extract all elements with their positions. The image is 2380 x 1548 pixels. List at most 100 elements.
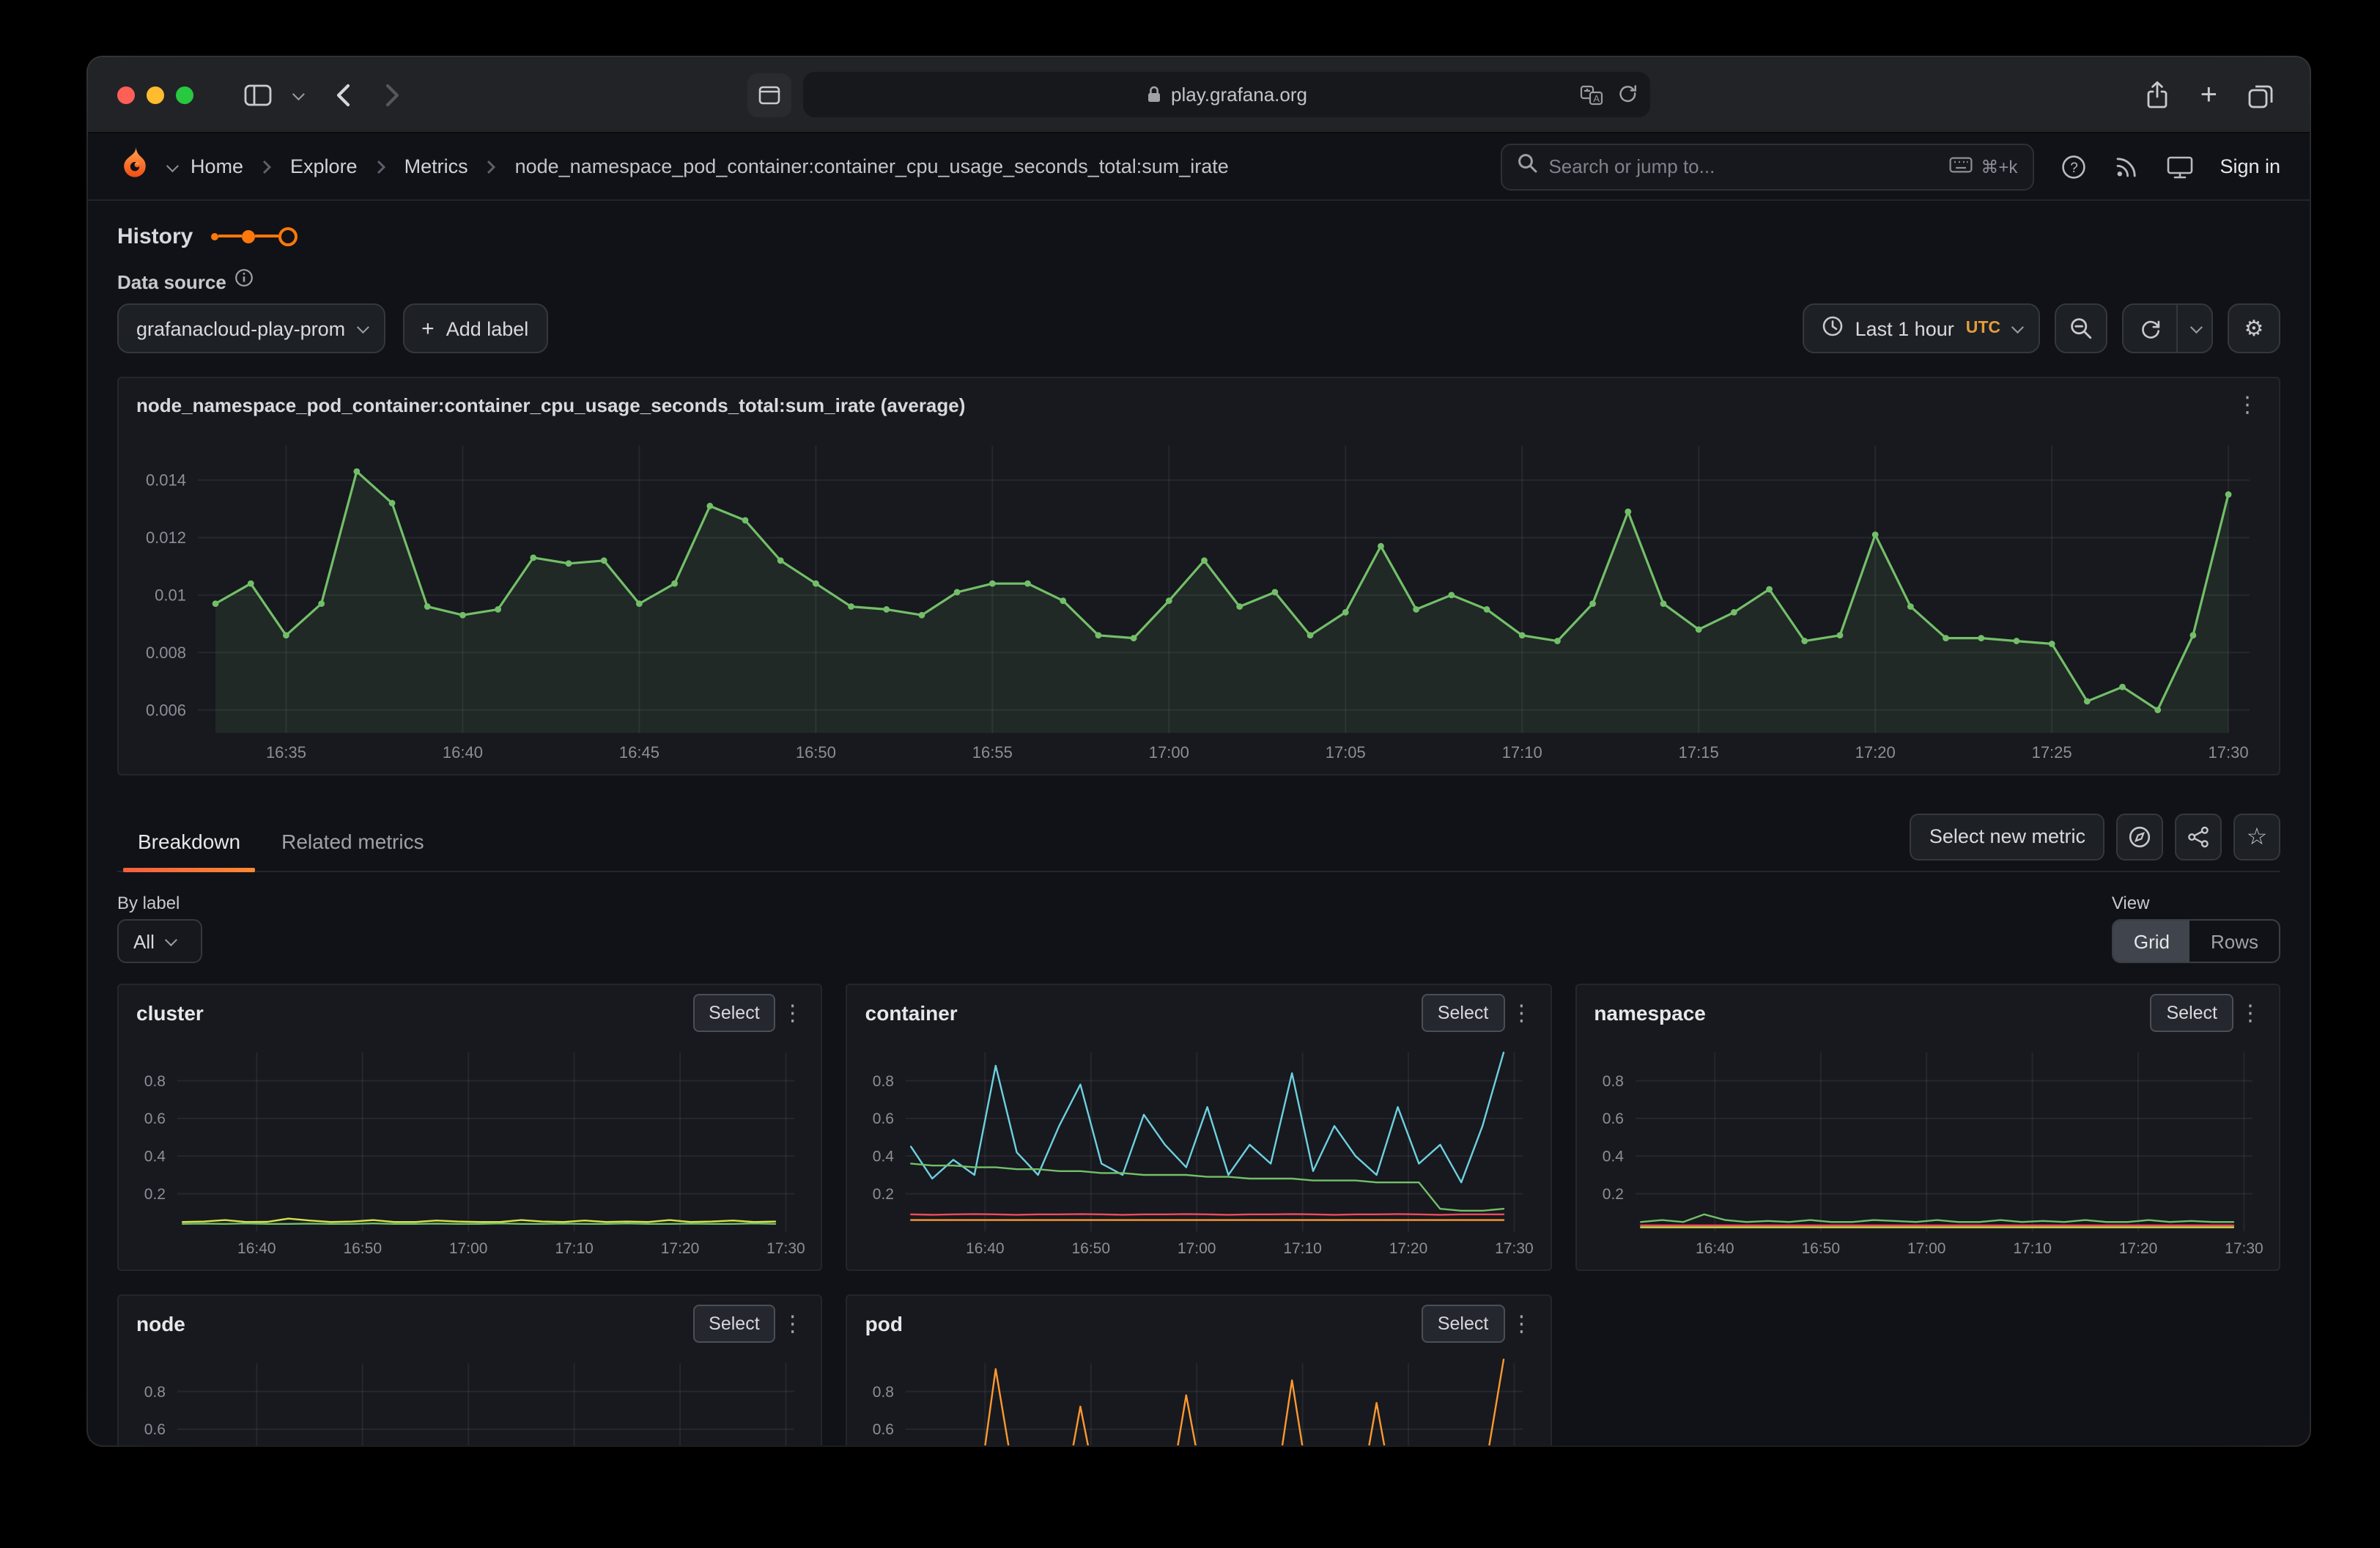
grafana-logo-icon[interactable] xyxy=(117,145,152,188)
forward-button[interactable] xyxy=(384,81,402,108)
breakdown-panel-header[interactable]: node Select ⋮ xyxy=(119,1296,821,1352)
browser-window: play.grafana.org A xyxy=(88,57,2310,1445)
news-icon[interactable] xyxy=(2113,153,2139,180)
new-tab-icon[interactable]: + xyxy=(2200,78,2217,112)
breakdown-panel-header[interactable]: container Select ⋮ xyxy=(848,985,1551,1041)
back-button[interactable] xyxy=(334,81,352,108)
screen: play.grafana.org A xyxy=(0,0,2380,1548)
address-bar[interactable]: play.grafana.org A xyxy=(803,72,1650,117)
svg-text:17:05: 17:05 xyxy=(1326,743,1366,762)
panel-label: container xyxy=(865,1001,958,1025)
info-icon[interactable] xyxy=(235,268,254,295)
breakdown-panel: cluster Select ⋮ 0.20.40.60.816:4016:501… xyxy=(117,984,823,1271)
svg-text:17:30: 17:30 xyxy=(766,1240,805,1257)
explore-metrics-page: History Data source grafanacloud-pl xyxy=(88,201,2310,1445)
svg-text:17:25: 17:25 xyxy=(2032,743,2072,762)
search-input[interactable]: Search or jump to... ⌘+k xyxy=(1500,143,2033,190)
timeseries-chart[interactable]: 0.0060.0080.010.0120.01416:3516:4016:451… xyxy=(122,431,2270,765)
view-grid-option[interactable]: Grid xyxy=(2113,921,2190,962)
reload-icon[interactable] xyxy=(1618,84,1638,105)
kebab-menu-icon[interactable]: ⋮ xyxy=(1504,1311,1538,1337)
label-chart[interactable]: 0.20.40.60.816:4016:5017:0017:1017:2017:… xyxy=(1579,1041,2267,1261)
url-text: play.grafana.org xyxy=(1171,84,1307,106)
history-stepper-icon[interactable] xyxy=(210,226,297,246)
kebab-menu-icon[interactable]: ⋮ xyxy=(2231,391,2264,418)
select-new-metric-button[interactable]: Select new metric xyxy=(1910,813,2104,860)
breadcrumb-explore[interactable]: Explore xyxy=(290,155,358,177)
share-panel-button[interactable] xyxy=(2175,813,2222,860)
svg-text:17:20: 17:20 xyxy=(661,1240,700,1257)
kebab-menu-icon[interactable]: ⋮ xyxy=(1504,1000,1538,1026)
svg-text:16:40: 16:40 xyxy=(237,1240,276,1257)
breakdown-panel-header[interactable]: cluster Select ⋮ xyxy=(119,985,821,1041)
tab-related-metrics[interactable]: Related metrics xyxy=(261,811,445,871)
svg-text:0.2: 0.2 xyxy=(873,1186,894,1203)
view-rows-option[interactable]: Rows xyxy=(2190,921,2279,962)
svg-text:16:40: 16:40 xyxy=(443,743,483,762)
datasource-picker[interactable]: grafanacloud-play-prom xyxy=(117,303,385,353)
panel-header[interactable]: node_namespace_pod_container:container_c… xyxy=(119,378,2279,431)
breadcrumb-metrics[interactable]: Metrics xyxy=(404,155,468,177)
add-label-button[interactable]: + Add label xyxy=(402,303,547,353)
svg-text:17:30: 17:30 xyxy=(2224,1240,2263,1257)
select-button[interactable]: Select xyxy=(692,1305,776,1343)
select-button[interactable]: Select xyxy=(2151,994,2234,1032)
svg-text:16:40: 16:40 xyxy=(967,1240,1005,1257)
datasource-label: Data source xyxy=(117,270,226,292)
window-controls xyxy=(117,86,193,103)
breakdown-panel-header[interactable]: namespace Select ⋮ xyxy=(1576,985,2279,1041)
svg-text:16:40: 16:40 xyxy=(1695,1240,1734,1257)
time-range-picker[interactable]: Last 1 hour UTC xyxy=(1803,303,2040,353)
page-settings-button[interactable] xyxy=(747,73,791,117)
select-button[interactable]: Select xyxy=(1422,1305,1505,1343)
refresh-button[interactable] xyxy=(2124,305,2176,352)
help-icon[interactable]: ? xyxy=(2060,153,2086,180)
tab-overview-icon[interactable] xyxy=(2247,81,2274,109)
settings-button[interactable]: ⚙ xyxy=(2228,303,2280,353)
org-switcher-chevron-icon[interactable] xyxy=(166,159,179,172)
breakdown-panel: namespace Select ⋮ 0.20.40.60.816:4016:5… xyxy=(1575,984,2280,1271)
explore-compass-button[interactable] xyxy=(2116,813,2163,860)
star-button[interactable]: ☆ xyxy=(2233,813,2280,860)
label-chart[interactable]: 0.20.40.60.816:4016:5017:0017:1017:2017:… xyxy=(851,1352,1539,1445)
svg-text:0.4: 0.4 xyxy=(144,1149,166,1165)
kebab-menu-icon[interactable]: ⋮ xyxy=(776,1000,810,1026)
tab-breakdown[interactable]: Breakdown xyxy=(117,811,261,871)
sidebar-toggle-icon[interactable] xyxy=(243,81,273,108)
svg-text:16:50: 16:50 xyxy=(1801,1240,1840,1257)
sign-in-link[interactable]: Sign in xyxy=(2220,155,2280,177)
search-icon xyxy=(1516,152,1537,180)
label-chart[interactable]: 0.20.40.60.816:4016:5017:0017:1017:2017:… xyxy=(122,1041,810,1261)
svg-text:17:00: 17:00 xyxy=(1907,1240,1945,1257)
history-label[interactable]: History xyxy=(117,224,193,248)
close-window-button[interactable] xyxy=(117,86,135,103)
by-label-select[interactable]: All xyxy=(117,919,202,963)
sidebar-chevron-icon[interactable] xyxy=(292,87,305,100)
refresh-split-button xyxy=(2122,303,2213,353)
breadcrumb-separator-icon xyxy=(375,158,387,175)
zoom-out-button[interactable] xyxy=(2055,303,2107,353)
display-icon[interactable] xyxy=(2165,153,2193,180)
svg-text:0.4: 0.4 xyxy=(873,1149,895,1165)
label-chart[interactable]: 0.20.40.60.816:4016:5017:0017:1017:2017:… xyxy=(122,1352,810,1445)
minimize-window-button[interactable] xyxy=(147,86,164,103)
select-button[interactable]: Select xyxy=(692,994,776,1032)
zoom-window-button[interactable] xyxy=(176,86,193,103)
svg-text:0.01: 0.01 xyxy=(155,586,186,605)
breadcrumb-home[interactable]: Home xyxy=(191,155,243,177)
svg-text:0.8: 0.8 xyxy=(873,1073,894,1090)
svg-text:0.014: 0.014 xyxy=(146,471,186,490)
translate-icon[interactable]: A xyxy=(1580,84,1603,105)
select-button[interactable]: Select xyxy=(1422,994,1505,1032)
svg-text:0.006: 0.006 xyxy=(146,701,186,719)
label-chart[interactable]: 0.20.40.60.816:4016:5017:0017:1017:2017:… xyxy=(851,1041,1539,1261)
tabs-bar: Breakdown Related metrics Select new met… xyxy=(117,811,2280,872)
breakdown-panel-header[interactable]: pod Select ⋮ xyxy=(848,1296,1551,1352)
kebab-menu-icon[interactable]: ⋮ xyxy=(776,1311,810,1337)
share-icon[interactable] xyxy=(2145,81,2171,110)
svg-text:0.008: 0.008 xyxy=(146,644,186,662)
panel-label: node xyxy=(136,1312,185,1335)
kebab-menu-icon[interactable]: ⋮ xyxy=(2233,1000,2267,1026)
breakdown-panel: pod Select ⋮ 0.20.40.60.816:4016:5017:00… xyxy=(846,1294,1552,1445)
refresh-interval-chevron[interactable] xyxy=(2176,305,2211,352)
